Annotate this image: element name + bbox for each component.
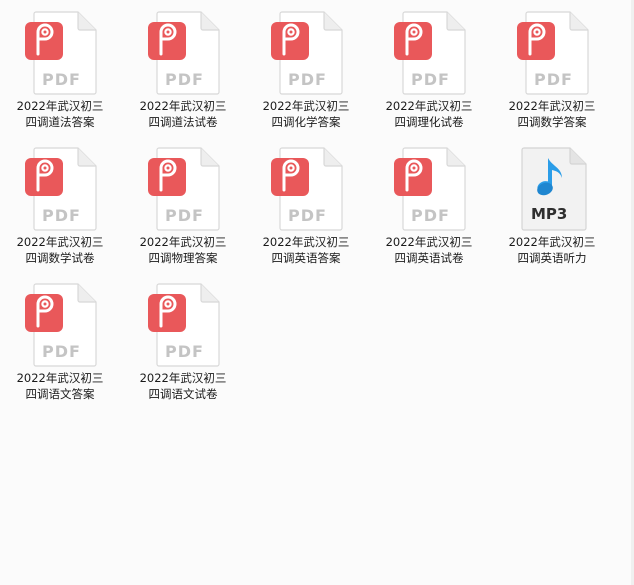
svg-text:PDF: PDF: [165, 206, 204, 225]
file-name: 2022年武汉初三 四调化学答案: [247, 98, 365, 130]
file-name: 2022年武汉初三 四调英语听力: [493, 234, 611, 266]
file-icon-wrap: PDF: [369, 4, 489, 96]
file-name-line2: 四调理化试卷: [394, 115, 464, 129]
svg-text:PDF: PDF: [42, 70, 81, 89]
file-name-line1: 2022年武汉初三: [385, 99, 473, 113]
file-name-line2: 四调英语答案: [271, 251, 341, 265]
svg-text:PDF: PDF: [411, 206, 450, 225]
file-icon-wrap: PDF: [0, 140, 120, 232]
file-name-line1: 2022年武汉初三: [262, 235, 350, 249]
file-name-line1: 2022年武汉初三: [139, 99, 227, 113]
pdf-icon: PDF: [148, 11, 220, 95]
file-item[interactable]: MP3 2022年武汉初三 四调英语听力: [492, 140, 612, 272]
file-item[interactable]: PDF 2022年武汉初三 四调理化试卷: [369, 4, 489, 136]
file-name-line2: 四调数学试卷: [25, 251, 95, 265]
file-item[interactable]: PDF 2022年武汉初三 四调数学试卷: [0, 140, 120, 272]
pdf-icon: PDF: [394, 147, 466, 231]
file-item[interactable]: PDF 2022年武汉初三 四调物理答案: [123, 140, 243, 272]
svg-text:PDF: PDF: [288, 70, 327, 89]
file-name: 2022年武汉初三 四调语文试卷: [124, 370, 242, 402]
file-name: 2022年武汉初三 四调数学试卷: [1, 234, 119, 266]
file-name-line2: 四调数学答案: [517, 115, 587, 129]
file-name-line1: 2022年武汉初三: [385, 235, 473, 249]
file-name-line2: 四调化学答案: [271, 115, 341, 129]
file-grid: PDF 2022年武汉初三 四调道法答案 PDF 2022年武汉初三 四调道法试卷 …: [0, 0, 634, 585]
file-name: 2022年武汉初三 四调道法答案: [1, 98, 119, 130]
file-item[interactable]: PDF 2022年武汉初三 四调化学答案: [246, 4, 366, 136]
file-name-line1: 2022年武汉初三: [139, 235, 227, 249]
file-name: 2022年武汉初三 四调理化试卷: [370, 98, 488, 130]
svg-text:PDF: PDF: [165, 342, 204, 361]
svg-text:PDF: PDF: [534, 70, 573, 89]
file-name-line2: 四调语文试卷: [148, 387, 218, 401]
pdf-icon: PDF: [271, 147, 343, 231]
mp3-icon: MP3: [521, 147, 587, 231]
file-item[interactable]: PDF 2022年武汉初三 四调英语试卷: [369, 140, 489, 272]
file-name-line1: 2022年武汉初三: [16, 371, 104, 385]
file-name-line2: 四调英语听力: [517, 251, 587, 265]
file-item[interactable]: PDF 2022年武汉初三 四调英语答案: [246, 140, 366, 272]
pdf-icon: PDF: [25, 147, 97, 231]
svg-text:PDF: PDF: [42, 342, 81, 361]
pdf-icon: PDF: [148, 147, 220, 231]
file-item[interactable]: PDF 2022年武汉初三 四调语文答案: [0, 276, 120, 408]
file-icon-wrap: PDF: [492, 4, 612, 96]
file-name-line1: 2022年武汉初三: [262, 99, 350, 113]
file-icon-wrap: PDF: [0, 4, 120, 96]
pdf-icon: PDF: [394, 11, 466, 95]
file-icon-wrap: PDF: [246, 140, 366, 232]
pdf-icon: PDF: [517, 11, 589, 95]
file-name: 2022年武汉初三 四调语文答案: [1, 370, 119, 402]
file-icon-wrap: PDF: [123, 4, 243, 96]
file-name-line2: 四调道法试卷: [148, 115, 218, 129]
svg-text:MP3: MP3: [531, 205, 567, 223]
file-icon-wrap: PDF: [123, 276, 243, 368]
file-name-line2: 四调物理答案: [148, 251, 218, 265]
svg-text:PDF: PDF: [165, 70, 204, 89]
file-name: 2022年武汉初三 四调道法试卷: [124, 98, 242, 130]
file-icon-wrap: PDF: [0, 276, 120, 368]
file-icon-wrap: PDF: [123, 140, 243, 232]
file-name-line2: 四调道法答案: [25, 115, 95, 129]
file-name-line1: 2022年武汉初三: [16, 99, 104, 113]
file-icon-wrap: PDF: [246, 4, 366, 96]
pdf-icon: PDF: [25, 283, 97, 367]
pdf-icon: PDF: [271, 11, 343, 95]
file-name: 2022年武汉初三 四调数学答案: [493, 98, 611, 130]
file-name-line1: 2022年武汉初三: [16, 235, 104, 249]
pdf-icon: PDF: [25, 11, 97, 95]
file-name: 2022年武汉初三 四调英语试卷: [370, 234, 488, 266]
file-icon-wrap: PDF: [369, 140, 489, 232]
svg-text:PDF: PDF: [42, 206, 81, 225]
file-name-line1: 2022年武汉初三: [508, 235, 596, 249]
svg-text:PDF: PDF: [288, 206, 327, 225]
file-name-line1: 2022年武汉初三: [139, 371, 227, 385]
file-item[interactable]: PDF 2022年武汉初三 四调道法答案: [0, 4, 120, 136]
file-item[interactable]: PDF 2022年武汉初三 四调语文试卷: [123, 276, 243, 408]
pdf-icon: PDF: [148, 283, 220, 367]
svg-text:PDF: PDF: [411, 70, 450, 89]
file-item[interactable]: PDF 2022年武汉初三 四调道法试卷: [123, 4, 243, 136]
file-name-line1: 2022年武汉初三: [508, 99, 596, 113]
file-item[interactable]: PDF 2022年武汉初三 四调数学答案: [492, 4, 612, 136]
file-name-line2: 四调英语试卷: [394, 251, 464, 265]
file-name: 2022年武汉初三 四调英语答案: [247, 234, 365, 266]
file-name-line2: 四调语文答案: [25, 387, 95, 401]
file-icon-wrap: MP3: [492, 140, 612, 232]
file-name: 2022年武汉初三 四调物理答案: [124, 234, 242, 266]
